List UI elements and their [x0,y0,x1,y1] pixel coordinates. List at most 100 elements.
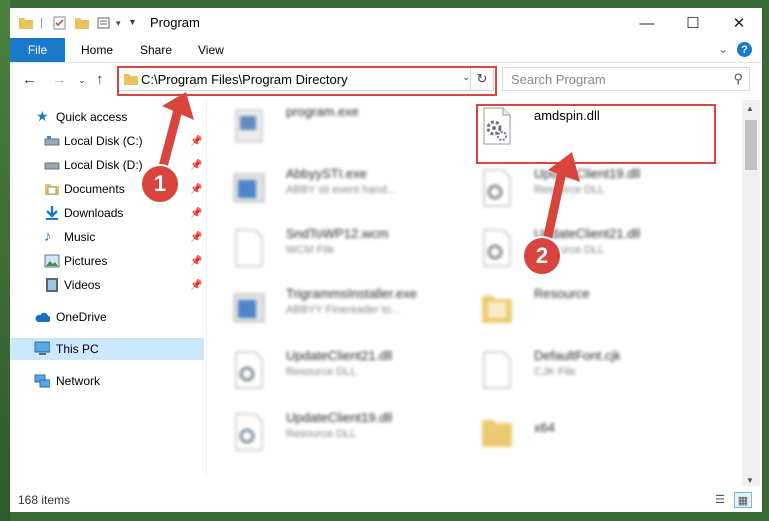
file-item[interactable]: UpdateClient21.dll Resource DLL [474,222,709,278]
file-item[interactable]: SndToWP12.wcm WCM File [226,222,461,278]
callout-badge-2: 2 [522,236,562,276]
sidebar-item-label: Documents [64,182,125,196]
sidebar-item-label: OneDrive [56,310,107,324]
back-arrow-icon[interactable]: ← [22,71,37,88]
sidebar-item-label: Music [64,230,96,244]
sidebar-item-videos[interactable]: Videos 📌 [10,274,204,296]
downloads-icon [46,206,58,220]
forward-arrow-icon[interactable]: → [52,71,67,88]
qa-more-icon[interactable]: ▼ [128,17,137,33]
exe-file-icon [233,293,265,323]
status-bar: 168 items ☰ ▦ [10,486,762,512]
new-folder-icon[interactable] [74,15,90,31]
details-view-icon[interactable]: ☰ [712,492,728,506]
separator: | [40,15,44,29]
file-name: Resource [534,286,590,301]
tab-share[interactable]: Share [140,43,172,57]
folder-item[interactable]: Resource [474,282,709,338]
vertical-scrollbar[interactable]: ▲ ▼ [742,100,760,490]
pin-icon[interactable]: 📌 [190,208,202,219]
tab-view[interactable]: View [198,43,224,57]
sidebar-item-label: Local Disk (D:) [64,158,143,172]
file-tab[interactable]: File [10,38,65,62]
file-item[interactable]: UpdateClient21.dll Resource DLL [226,344,461,400]
sidebar-item-local-disk-c[interactable]: Local Disk (C:) 📌 [10,130,204,152]
search-icon: ⚲ [733,71,743,86]
file-type: Resource DLL [286,428,357,440]
pin-icon[interactable]: 📌 [190,280,202,291]
file-item[interactable]: UpdateClient19.dll Resource DLL [474,162,709,218]
qa-dropdown-icon[interactable]: ▾ [116,18,121,34]
close-button[interactable]: ✕ [716,8,762,38]
file-item[interactable]: program.exe [226,100,461,156]
sidebar-item-onedrive[interactable]: OneDrive [10,306,204,328]
sidebar-item-label: Local Disk (C:) [64,134,143,148]
sidebar-item-label: Downloads [64,206,124,220]
computer-icon [34,341,50,355]
large-icons-view-icon[interactable]: ▦ [734,492,752,508]
sidebar-item-pictures[interactable]: Pictures 📌 [10,250,204,272]
dll-file-icon [483,229,511,267]
file-item[interactable]: DefaultFont.cjk CJK File [474,344,709,400]
file-name: AbbyySTI.exe [286,166,367,181]
file-item[interactable]: UpdateClient19.dll Resource DLL [226,406,461,462]
pane-divider[interactable] [206,100,207,476]
dll-file-icon [483,169,511,207]
sidebar-item-downloads[interactable]: Downloads 📌 [10,202,204,224]
file-name: UpdateClient19.dll [286,410,393,425]
up-arrow-icon[interactable]: ↑ [96,71,104,88]
pin-icon[interactable]: 📌 [190,136,202,147]
network-icon [34,374,50,388]
help-icon[interactable]: ? [737,42,752,57]
file-item[interactable]: AbbyySTI.exe ABBY sti event hand... [226,162,461,218]
folder-item[interactable]: x64 [474,406,709,462]
search-box[interactable]: Search Program ⚲ [502,67,750,91]
file-type: ABBY sti event hand... [286,184,396,196]
music-icon: ♪ [44,228,52,245]
drive-icon [44,136,60,146]
item-count: 168 items [18,493,71,507]
exe-file-icon [235,109,263,143]
exe-file-icon [233,173,265,203]
desktop-background [0,0,10,521]
ribbon: File Home Share View ⌄ ? [10,38,762,63]
scroll-down-icon[interactable]: ▼ [746,476,754,485]
file-item[interactable]: TrigrammsInstaller.exe ABBYY Finereader … [226,282,461,338]
properties-icon[interactable] [52,15,68,31]
file-type: CJK File [534,366,576,378]
sidebar-item-quick-access[interactable]: ★ Quick access [10,106,204,128]
file-type: WCM File [286,244,335,256]
sidebar-item-label: Videos [64,278,101,292]
file-type: ABBYY Finereader to... [286,304,401,316]
search-placeholder: Search Program [511,72,606,87]
title-bar: | ▾ ▼ Program — ☐ ✕ [10,8,762,38]
folder-icon [482,420,512,447]
sidebar-item-music[interactable]: ♪ Music 📌 [10,226,204,248]
sidebar-item-network[interactable]: Network [10,370,204,392]
maximize-button[interactable]: ☐ [670,8,716,38]
documents-icon [45,184,59,195]
minimize-button[interactable]: — [624,8,670,38]
dll-file-icon [235,351,263,389]
pin-icon[interactable]: 📌 [190,256,202,267]
cloud-icon [35,312,50,322]
scrollbar-thumb[interactable] [745,120,757,170]
tab-home[interactable]: Home [81,43,113,57]
pin-icon[interactable]: 📌 [190,160,202,171]
dll-file-icon [235,413,263,451]
file-highlight [476,104,716,164]
scroll-up-icon[interactable]: ▲ [746,104,754,113]
pin-icon[interactable]: 📌 [190,232,202,243]
file-name: DefaultFont.cjk [534,348,621,363]
file-type: Resource DLL [534,184,605,196]
window-title: Program [150,15,200,30]
sidebar-item-label: Quick access [56,110,128,124]
star-icon: ★ [36,108,49,124]
videos-icon [46,278,58,292]
navigation-pane: ★ Quick access Local Disk (C:) 📌 Local D… [10,100,206,490]
pin-icon[interactable]: 📌 [190,184,202,195]
expand-ribbon-icon[interactable]: ⌄ [718,42,728,56]
sidebar-item-this-pc[interactable]: This PC [10,338,204,360]
customize-icon[interactable] [96,15,112,31]
recent-locations-icon[interactable]: ⌄ [78,75,86,86]
